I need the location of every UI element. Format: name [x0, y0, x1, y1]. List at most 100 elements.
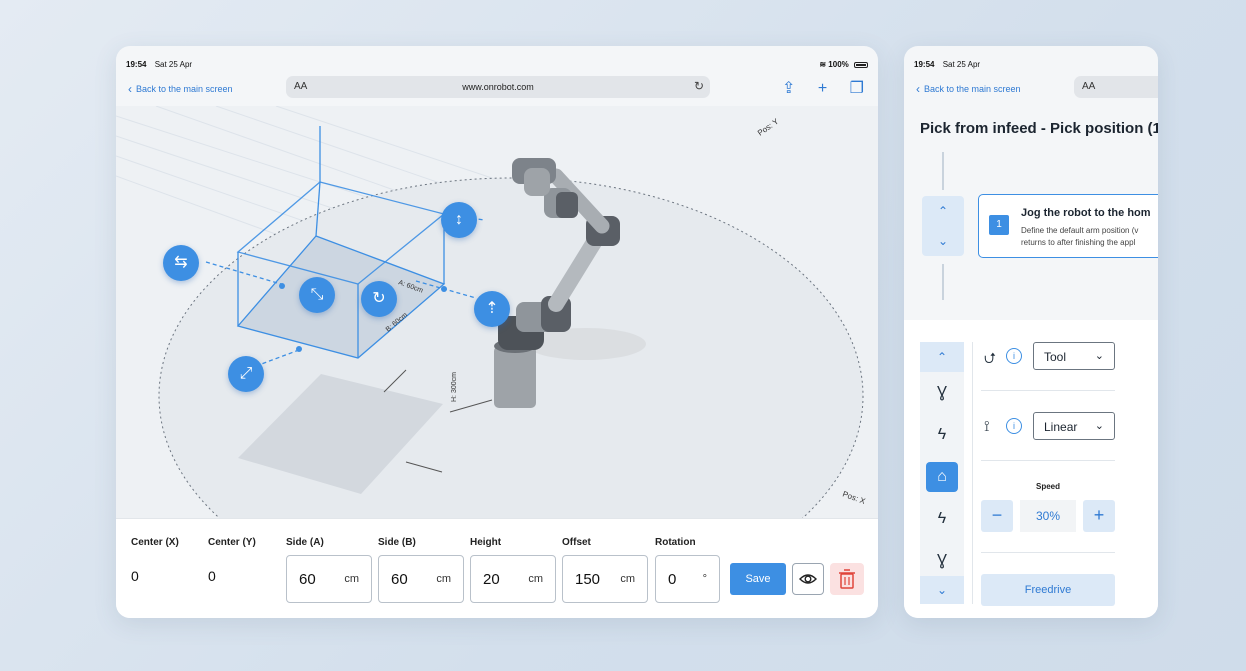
- speed-increase-button[interactable]: +: [1083, 500, 1115, 532]
- center-x-field: Center (X) 0: [131, 537, 179, 584]
- step-connector-bottom: [942, 264, 944, 300]
- visibility-toggle-button[interactable]: [792, 563, 824, 595]
- back-to-main-link[interactable]: ‹ Back to the main screen: [128, 82, 233, 96]
- resize-vertical-handle[interactable]: ↕: [441, 202, 477, 238]
- upload-icon: ⇡: [485, 300, 499, 317]
- frame-select[interactable]: Tool ⌄: [1033, 342, 1115, 370]
- text-size-button-right[interactable]: AA: [1082, 81, 1095, 92]
- offset-input[interactable]: 150 cm: [562, 555, 648, 603]
- side-b-unit: cm: [436, 573, 451, 585]
- rotation-unit: °: [702, 573, 707, 585]
- browser-actions: ⇪ + ❐: [764, 78, 864, 98]
- battery-level: 100%: [828, 60, 849, 69]
- back-to-main-link-right[interactable]: ‹ Back to the main screen: [916, 82, 1021, 96]
- height-label-wrap: Height: [470, 537, 501, 548]
- panel-separator: [972, 342, 973, 604]
- motion-select[interactable]: Linear ⌄: [1033, 412, 1115, 440]
- center-y-value: 0: [208, 568, 216, 584]
- chevron-down-icon: ⌄: [1094, 350, 1104, 362]
- toolbar-down-button[interactable]: ⌄: [920, 576, 964, 604]
- info-icon[interactable]: i: [1006, 348, 1022, 364]
- eye-icon: [799, 574, 817, 584]
- speed-value: 30%: [1020, 500, 1076, 532]
- url-bar[interactable]: AA www.onrobot.com ↻: [286, 76, 710, 98]
- tabs-icon[interactable]: ❐: [850, 80, 864, 97]
- gripper-icon-2[interactable]: Ɣ: [920, 546, 964, 576]
- reload-icon[interactable]: ↻: [694, 79, 704, 93]
- info-icon-2[interactable]: i: [1006, 418, 1022, 434]
- browser-nav-bar-right: ‹ Back to the main screen AA: [904, 76, 1158, 104]
- back-label: Back to the main screen: [136, 84, 233, 94]
- pos-x-label: Pos: X: [841, 489, 867, 506]
- offset-label: Offset: [562, 537, 591, 548]
- rotate-handle[interactable]: ↻: [361, 281, 397, 317]
- url-text: www.onrobot.com: [462, 82, 534, 92]
- divider: [981, 390, 1115, 391]
- side-a-label: Side (A): [286, 537, 324, 548]
- side-b-label: Side (B): [378, 537, 416, 548]
- scale-handle[interactable]: ⤢: [228, 356, 264, 392]
- lightning-icon[interactable]: ϟ: [920, 420, 964, 450]
- left-tablet-window: 19:54 Sat 25 Apr ≋ 100% ‹ Back to the mai…: [116, 46, 878, 618]
- move-horizontal-handle[interactable]: ⇆: [163, 245, 199, 281]
- arrows-vertical-icon: ↕: [455, 211, 463, 228]
- pos-y-label: Pos: Y: [756, 116, 781, 137]
- move-diagonal-handle[interactable]: ⤡: [299, 277, 335, 313]
- robot-jog-icon[interactable]: ⌂: [926, 462, 958, 492]
- step-card[interactable]: 1 Jog the robot to the hom Define the de…: [978, 194, 1158, 258]
- rotation-label: Rotation: [655, 537, 696, 548]
- step-connector-top: [942, 152, 944, 190]
- arrows-horizontal-icon: ⇆: [174, 254, 188, 271]
- height-input[interactable]: 20 cm: [470, 555, 556, 603]
- status-date-right: Sat 25 Apr: [942, 60, 981, 69]
- offset-value: 150: [575, 571, 601, 588]
- height-value: 20: [483, 571, 500, 588]
- side-b-input[interactable]: 60 cm: [378, 555, 464, 603]
- step-navigator: ⌃ ⌄: [922, 196, 964, 256]
- step-area: ⌃ ⌄ 1 Jog the robot to the hom Define th…: [904, 146, 1158, 318]
- rotate-icon: ↻: [372, 290, 386, 307]
- step-down-button[interactable]: ⌄: [922, 226, 964, 256]
- height-label: Height: [470, 537, 502, 548]
- battery-icon: [854, 61, 868, 68]
- status-right: ≋ 100%: [819, 60, 868, 69]
- side-b-label-wrap: Side (B): [378, 537, 416, 548]
- rotation-input[interactable]: 0 °: [655, 555, 720, 603]
- arrows-diagonal-icon: ⤡: [310, 286, 324, 303]
- zone-properties-panel: Center (X) 0 Center (Y) 0 Side (A) 60 cm…: [116, 518, 878, 618]
- handle-point-a[interactable]: [441, 286, 447, 292]
- url-bar-right[interactable]: AA: [1074, 76, 1158, 98]
- center-y-label: Center (Y): [208, 537, 256, 548]
- side-a-input[interactable]: 60 cm: [286, 555, 372, 603]
- side-a-value: 60: [299, 571, 316, 588]
- delete-button[interactable]: [830, 563, 864, 595]
- 3d-viewport[interactable]: Pos: Y Pos: X A: 60cm B: 60cm H: 300cm ⇆…: [116, 106, 878, 518]
- handle-point-bottom[interactable]: [296, 346, 302, 352]
- motion-select-value: Linear: [1044, 420, 1078, 434]
- side-b-value: 60: [391, 571, 408, 588]
- center-x-label: Center (X): [131, 537, 179, 548]
- status-bar: 19:54 Sat 25 Apr ≋ 100%: [126, 60, 868, 72]
- toolbar-up-button[interactable]: ⌃: [920, 342, 964, 372]
- freedrive-button[interactable]: Freedrive: [981, 574, 1115, 606]
- rotation-value: 0: [668, 571, 677, 588]
- handle-point-left[interactable]: [279, 283, 285, 289]
- status-date: Sat 25 Apr: [154, 60, 193, 69]
- offset-unit: cm: [620, 573, 635, 585]
- program-title: Pick from infeed - Pick position (1: [920, 120, 1158, 137]
- motion-path-icon: ⟟: [984, 418, 990, 435]
- speed-decrease-button[interactable]: −: [981, 500, 1013, 532]
- back-label-right: Back to the main screen: [924, 84, 1021, 94]
- gripper-icon[interactable]: Ɣ: [920, 378, 964, 408]
- new-tab-icon[interactable]: +: [818, 80, 827, 97]
- status-time-right: 19:54: [914, 60, 935, 69]
- lightning-icon-2[interactable]: ϟ: [920, 504, 964, 534]
- trash-icon: [839, 569, 855, 589]
- raise-zone-handle[interactable]: ⇡: [474, 291, 510, 327]
- frame-select-value: Tool: [1044, 350, 1067, 364]
- save-button[interactable]: Save: [730, 563, 786, 595]
- chevron-down-icon: ⌄: [1094, 420, 1104, 432]
- step-up-button[interactable]: ⌃: [922, 196, 964, 226]
- step-number-badge: 1: [989, 215, 1009, 235]
- share-icon[interactable]: ⇪: [782, 80, 795, 97]
